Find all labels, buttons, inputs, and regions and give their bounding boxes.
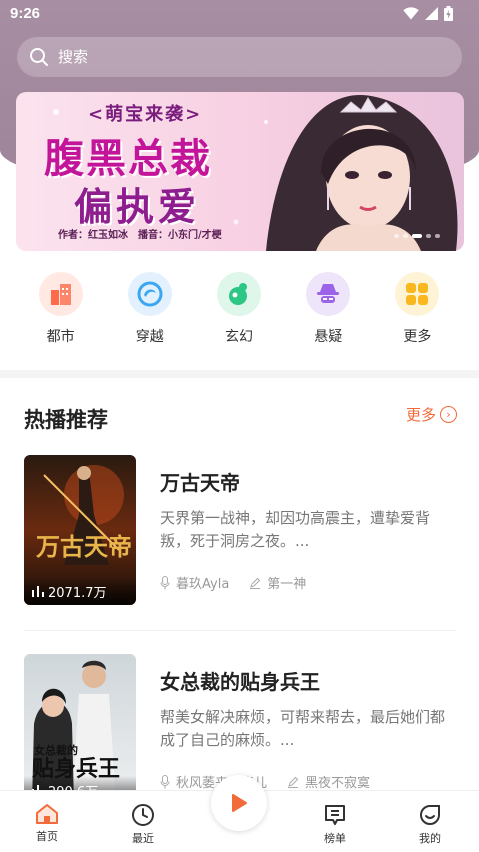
status-bar: 9:26 [0, 0, 479, 28]
microphone-icon [160, 575, 170, 589]
wifi-icon [403, 7, 419, 20]
banner-subtitle: <萌宝来袭> [88, 104, 203, 125]
category-more[interactable]: 更多 [373, 272, 462, 346]
fantasy-icon [217, 272, 261, 316]
city-icon [38, 272, 83, 316]
tab-label: 最近 [132, 832, 154, 845]
banner-dot[interactable] [426, 234, 431, 238]
search-input[interactable] [58, 48, 418, 66]
more-grid-icon [395, 272, 440, 316]
category-mystery[interactable]: 悬疑 [284, 272, 373, 346]
category-label: 玄幻 [225, 329, 253, 345]
book-description: 天界第一战神，却因功高震主，遭挚爱背叛，死于洞房之夜。... [160, 509, 431, 550]
tab-label: 榜单 [324, 832, 346, 845]
book-author: 黑夜不寂寞 [305, 776, 371, 791]
smile-icon [419, 805, 440, 825]
book-title: 万古天帝 [160, 471, 240, 495]
category-row: 都市 穿越 玄幻 悬疑 更多 [16, 272, 462, 346]
section-title: 热播推荐 [24, 408, 108, 432]
play-icon [232, 794, 247, 812]
time-travel-icon [127, 272, 172, 316]
player-button[interactable] [211, 775, 267, 831]
tab-label: 首页 [36, 830, 58, 843]
tab-ranking[interactable]: 榜单 [305, 803, 365, 846]
status-icons [403, 6, 453, 21]
book-cover[interactable]: 万古天帝 2071.7万 [24, 455, 136, 605]
play-count-value: 2071.7万 [48, 585, 107, 601]
play-count: 2071.7万 [24, 577, 136, 605]
battery-icon [444, 6, 453, 21]
book-author: 第一神 [267, 577, 307, 592]
book-description: 帮美女解决麻烦，可帮来帮去，最后她们都成了自己的麻烦。... [160, 708, 446, 749]
book-cover[interactable]: 女总裁的 贴身兵王 290.6万 [24, 654, 136, 804]
category-city[interactable]: 都市 [16, 272, 105, 346]
svg-text:万古天帝: 万古天帝 [36, 532, 132, 561]
chevron-right-icon: › [440, 406, 457, 423]
search-icon [30, 48, 48, 66]
more-label: 更多 [405, 406, 436, 424]
tab-recent[interactable]: 最近 [113, 803, 173, 846]
section-divider [0, 370, 479, 378]
category-time-travel[interactable]: 穿越 [105, 272, 194, 346]
more-link[interactable]: 更多 › [406, 404, 457, 425]
ranking-list-icon [325, 805, 345, 825]
banner-dot[interactable] [403, 234, 408, 238]
banner-dot[interactable] [394, 234, 399, 238]
banner-credit: 作者：红玉如冰 播音：小东门/才梗 [58, 230, 222, 241]
bar-chart-icon [32, 585, 44, 597]
promo-banner[interactable]: <萌宝来袭> 腹黑总裁 偏执爱 作者：红玉如冰 播音：小东门/才梗 [16, 92, 464, 251]
tab-mine[interactable]: 我的 [400, 803, 460, 846]
pen-icon [288, 776, 299, 788]
book-title: 女总裁的贴身兵王 [160, 670, 320, 694]
book-card[interactable]: 万古天帝 2071.7万 万古天帝 天界第一战神，却因功高震主，遭挚爱背叛，死于… [24, 455, 456, 607]
list-divider [24, 630, 456, 631]
category-label: 穿越 [135, 329, 164, 345]
svg-text:女总裁的: 女总裁的 [34, 743, 78, 757]
book-narrator: 暮玖Ayla [176, 577, 230, 592]
category-label: 更多 [403, 329, 432, 345]
book-meta: 暮玖Ayla 第一神 [160, 573, 306, 592]
banner-pagination [394, 234, 440, 238]
clock-icon [132, 804, 154, 826]
status-time: 9:26 [10, 5, 41, 22]
tab-home[interactable]: 首页 [17, 803, 77, 844]
book-meta: 秋风萎来，浇儿 黑夜不寂寞 [160, 772, 370, 791]
mystery-icon [306, 272, 351, 316]
signal-icon [425, 7, 438, 20]
search-bar[interactable] [17, 37, 462, 77]
category-fantasy[interactable]: 玄幻 [194, 272, 283, 346]
category-label: 都市 [46, 329, 75, 345]
home-icon [36, 804, 58, 824]
microphone-icon [160, 774, 170, 788]
banner-dot-active[interactable] [412, 234, 422, 238]
category-label: 悬疑 [314, 329, 343, 345]
banner-title-line2: 偏执爱 [74, 184, 201, 229]
banner-dot[interactable] [435, 234, 440, 238]
tab-label: 我的 [419, 832, 441, 845]
pen-icon [250, 577, 261, 589]
